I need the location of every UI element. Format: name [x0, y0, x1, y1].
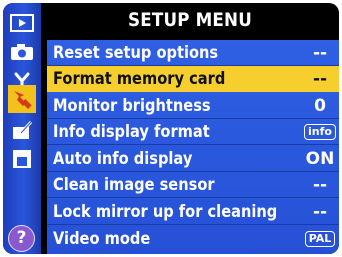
my-menu-icon [13, 149, 31, 168]
menu-item-video-mode[interactable]: Video mode PAL [47, 226, 339, 252]
menu-item-value: PAL [301, 226, 339, 252]
menu-item-monitor-brightness[interactable]: Monitor brightness 0 [47, 93, 339, 119]
row-divider [47, 224, 339, 225]
retouch-icon [13, 120, 33, 139]
tab-retouch[interactable] [8, 116, 36, 143]
menu-item-label: Auto info display [53, 149, 193, 169]
menu-item-clean-image-sensor[interactable]: Clean image sensor -- [47, 172, 339, 198]
playback-icon [10, 13, 34, 32]
setup-wrench-icon [14, 91, 32, 109]
menu-item-label: Lock mirror up for cleaning [53, 202, 278, 222]
page-title: SETUP MENU [128, 8, 252, 31]
camera-icon [11, 43, 33, 60]
menu-item-label: Info display format [53, 122, 210, 142]
menu-item-auto-info-display[interactable]: Auto info display ON [47, 146, 339, 172]
menu-item-label: Reset setup options [53, 43, 219, 63]
video-mode-badge: PAL [304, 231, 336, 247]
menu-item-value: -- [312, 69, 328, 89]
menu-item-value: -- [312, 175, 328, 195]
menu-item-label: Format memory card [53, 69, 226, 89]
menu-tab-bar: ? [3, 3, 41, 254]
help-icon[interactable]: ? [8, 225, 35, 252]
menu-item-value: 0 [314, 96, 326, 116]
row-divider [47, 144, 339, 145]
setup-menu-list: Reset setup options -- Format memory car… [47, 40, 339, 254]
menu-item-label: Monitor brightness [53, 96, 211, 116]
tab-shooting[interactable] [8, 38, 36, 65]
menu-item-value: -- [312, 202, 328, 222]
menu-item-lock-mirror-up[interactable]: Lock mirror up for cleaning -- [47, 199, 339, 225]
menu-item-value: -- [312, 43, 328, 63]
menu-item-reset-setup-options[interactable]: Reset setup options -- [47, 40, 339, 66]
menu-item-value: info [301, 119, 339, 145]
info-format-badge: info [304, 124, 336, 140]
menu-item-format-memory-card[interactable]: Format memory card -- [47, 66, 339, 92]
menu-item-label: Video mode [53, 229, 151, 249]
menu-item-label: Clean image sensor [53, 175, 215, 195]
tab-setup[interactable] [8, 85, 36, 113]
camera-lcd-screen: ? SETUP MENU Reset setup options -- Form… [3, 3, 339, 254]
menu-item-value: ON [305, 149, 335, 169]
menu-item-info-display-format[interactable]: Info display format info [47, 119, 339, 145]
row-divider [47, 197, 339, 198]
tab-my-menu[interactable] [8, 145, 36, 172]
tab-playback[interactable] [8, 9, 36, 36]
